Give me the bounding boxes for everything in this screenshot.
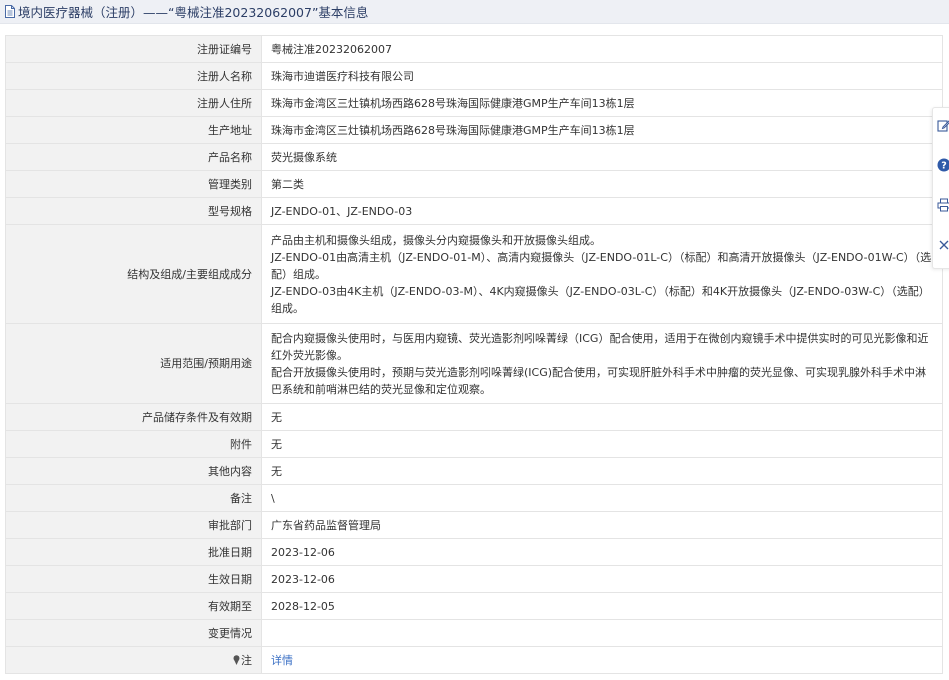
field-label: 有效期至 — [5, 592, 262, 620]
table-row: 生产地址 珠海市金湾区三灶镇机场西路628号珠海国际健康港GMP生产车间13栋1… — [5, 116, 943, 144]
field-value: 第二类 — [261, 170, 943, 198]
close-icon[interactable] — [937, 238, 949, 252]
field-value: 无 — [261, 403, 943, 431]
field-label: 附件 — [5, 430, 262, 458]
field-value: JZ-ENDO-01、JZ-ENDO-03 — [261, 197, 943, 225]
field-label: 备注 — [5, 484, 262, 512]
note-label: 注 — [241, 653, 252, 667]
table-row: 注册证编号 粤械注准20232062007 — [5, 35, 943, 63]
table-row: 适用范围/预期用途 配合内窥摄像头使用时，与医用内窥镜、荧光造影剂吲哚菁绿（IC… — [5, 323, 943, 404]
field-label: 生效日期 — [5, 565, 262, 593]
value-line: JZ-ENDO-03由4K主机（JZ-ENDO-03-M）、4K内窥摄像头（JZ… — [271, 284, 930, 315]
table-row: 注册人住所 珠海市金湾区三灶镇机场西路628号珠海国际健康港GMP生产车间13栋… — [5, 89, 943, 117]
field-label: 生产地址 — [5, 116, 262, 144]
value-line: 配合内窥摄像头使用时，与医用内窥镜、荧光造影剂吲哚菁绿（ICG）配合使用，适用于… — [271, 331, 929, 362]
value-line: 产品由主机和摄像头组成，摄像头分内窥摄像头和开放摄像头组成。 — [271, 233, 601, 247]
field-label: 变更情况 — [5, 619, 262, 647]
field-label: 管理类别 — [5, 170, 262, 198]
value-line: JZ-ENDO-01由高清主机（JZ-ENDO-01-M）、高清内窥摄像头（JZ… — [271, 250, 932, 281]
field-value: 无 — [261, 430, 943, 458]
field-label: 其他内容 — [5, 457, 262, 485]
svg-text:?: ? — [941, 161, 947, 172]
table-row: 产品名称 荧光摄像系统 — [5, 143, 943, 171]
table-row: 结构及组成/主要组成成分 产品由主机和摄像头组成，摄像头分内窥摄像头和开放摄像头… — [5, 224, 943, 324]
field-value: 珠海市金湾区三灶镇机场西路628号珠海国际健康港GMP生产车间13栋1层 — [261, 89, 943, 117]
field-value: 珠海市迪谱医疗科技有限公司 — [261, 62, 943, 90]
field-value: 2023-12-06 — [261, 538, 943, 566]
field-label: 产品储存条件及有效期 — [5, 403, 262, 431]
field-label: 注册证编号 — [5, 35, 262, 63]
field-value — [261, 619, 943, 647]
field-value: 产品由主机和摄像头组成，摄像头分内窥摄像头和开放摄像头组成。 JZ-ENDO-0… — [261, 224, 943, 324]
field-label: 适用范围/预期用途 — [5, 323, 262, 404]
table-row: 注 详情 — [5, 646, 943, 674]
field-label: 型号规格 — [5, 197, 262, 225]
table-row: 生效日期 2023-12-06 — [5, 565, 943, 593]
field-value: 粤械注准20232062007 — [261, 35, 943, 63]
field-label: 注册人名称 — [5, 62, 262, 90]
table-row: 附件 无 — [5, 430, 943, 458]
field-label: 产品名称 — [5, 143, 262, 171]
field-label: 结构及组成/主要组成成分 — [5, 224, 262, 324]
floating-toolbar: ? — [932, 107, 949, 269]
edit-icon[interactable] — [937, 119, 949, 133]
table-row: 审批部门 广东省药品监督管理局 — [5, 511, 943, 539]
table-row: 管理类别 第二类 — [5, 170, 943, 198]
value-line: 配合开放摄像头使用时，预期与荧光造影剂吲哚菁绿(ICG)配合使用，可实现肝脏外科… — [271, 365, 927, 396]
table-row: 型号规格 JZ-ENDO-01、JZ-ENDO-03 — [5, 197, 943, 225]
page-header: 境内医疗器械（注册）——“粤械注准20232062007”基本信息 — [0, 0, 949, 24]
field-value: 荧光摄像系统 — [261, 143, 943, 171]
field-value: 无 — [261, 457, 943, 485]
help-icon[interactable]: ? — [937, 158, 949, 172]
details-link[interactable]: 详情 — [271, 654, 293, 667]
table-row: 注册人名称 珠海市迪谱医疗科技有限公司 — [5, 62, 943, 90]
field-value: 详情 — [261, 646, 943, 674]
page-title: 境内医疗器械（注册）——“粤械注准20232062007”基本信息 — [18, 5, 369, 20]
table-row: 产品储存条件及有效期 无 — [5, 403, 943, 431]
table-row: 其他内容 无 — [5, 457, 943, 485]
document-icon — [5, 5, 15, 18]
field-label: 审批部门 — [5, 511, 262, 539]
print-icon[interactable] — [937, 198, 949, 212]
field-label: 注册人住所 — [5, 89, 262, 117]
field-value: 广东省药品监督管理局 — [261, 511, 943, 539]
table-row: 有效期至 2028-12-05 — [5, 592, 943, 620]
field-label: 批准日期 — [5, 538, 262, 566]
table-row: 变更情况 — [5, 619, 943, 647]
field-value: \ — [261, 484, 943, 512]
table-row: 备注 \ — [5, 484, 943, 512]
field-value: 珠海市金湾区三灶镇机场西路628号珠海国际健康港GMP生产车间13栋1层 — [261, 116, 943, 144]
field-label: 注 — [5, 646, 262, 674]
info-table: 注册证编号 粤械注准20232062007 注册人名称 珠海市迪谱医疗科技有限公… — [5, 35, 943, 674]
pin-icon — [233, 654, 240, 665]
field-value: 配合内窥摄像头使用时，与医用内窥镜、荧光造影剂吲哚菁绿（ICG）配合使用，适用于… — [261, 323, 943, 404]
table-row: 批准日期 2023-12-06 — [5, 538, 943, 566]
field-value: 2028-12-05 — [261, 592, 943, 620]
field-value: 2023-12-06 — [261, 565, 943, 593]
